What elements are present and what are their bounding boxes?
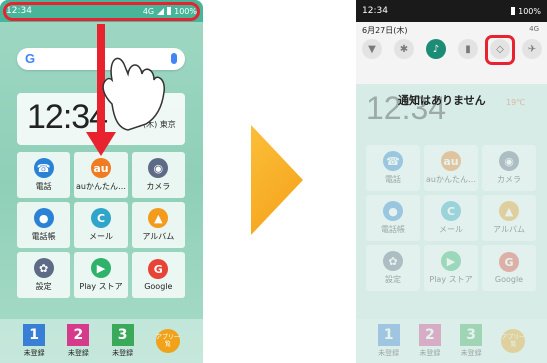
airplane-icon[interactable]: ✈ bbox=[522, 39, 542, 59]
shortcut-number: 3 bbox=[460, 324, 483, 346]
faded-app-tile[interactable]: C メール bbox=[424, 195, 478, 241]
app-label: 電話 bbox=[385, 175, 401, 184]
notification-shade-phone: 12:34 100% 6月27日(木) 4G ▼ ✱ ♪ ▮ ◇ ✈ 12:34 19℃ … bbox=[356, 0, 547, 363]
rotate-toggle-highlight bbox=[485, 35, 515, 65]
app-icon: au bbox=[441, 151, 461, 171]
app-label: Google bbox=[494, 275, 524, 284]
app-label: 設定 bbox=[385, 275, 401, 284]
faded-app-grid: ☎ 電話 au auかんたん… ◉ カメラ ● 電話帳 C メール ▲ アルバム ✿ 設定 ▶ Play スト… bbox=[366, 145, 536, 291]
hand-pointer-icon bbox=[102, 57, 165, 131]
faded-app-tile[interactable]: au auかんたん… bbox=[424, 145, 478, 191]
app-list-button[interactable]: アプリ一覧 bbox=[501, 329, 525, 353]
step-arrow-icon bbox=[251, 125, 303, 235]
app-icon: ▲ bbox=[499, 201, 519, 221]
dock-shortcut[interactable]: 2 未登録 bbox=[418, 324, 441, 358]
status-bar: 12:34 100% bbox=[356, 0, 547, 22]
app-label: 電話帳 bbox=[381, 225, 405, 234]
app-icon: ◉ bbox=[499, 151, 519, 171]
faded-app-tile[interactable]: G Google bbox=[482, 245, 536, 291]
status-time: 12:34 bbox=[362, 6, 388, 16]
bluetooth-icon[interactable]: ✱ bbox=[394, 39, 414, 59]
swipe-down-gesture bbox=[86, 24, 165, 156]
app-icon: ● bbox=[383, 201, 403, 221]
dock-shortcut[interactable]: 1 未登録 bbox=[377, 324, 400, 358]
app-icon: ☎ bbox=[383, 151, 403, 171]
faded-app-tile[interactable]: ◉ カメラ bbox=[482, 145, 536, 191]
faded-app-tile[interactable]: ▲ アルバム bbox=[482, 195, 536, 241]
faded-app-tile[interactable]: ● 電話帳 bbox=[366, 195, 420, 241]
app-label: メール bbox=[439, 225, 463, 234]
dimmed-home-screen: 12:34 19℃ ☎ 電話 au auかんたん… ◉ カメラ ● 電話帳 C メール ▲ アルバム ✿… bbox=[356, 84, 547, 363]
shortcut-number: 1 bbox=[377, 324, 400, 346]
shortcut-label: 未登録 bbox=[419, 349, 441, 357]
ringer-icon[interactable]: ♪ bbox=[426, 39, 446, 59]
shortcut-label: 未登録 bbox=[378, 349, 400, 357]
app-icon: ▶ bbox=[441, 251, 461, 271]
app-icon: C bbox=[441, 201, 461, 221]
faded-app-tile[interactable]: ☎ 電話 bbox=[366, 145, 420, 191]
battery-percent: 100% bbox=[518, 6, 541, 16]
swipe-arrow-head bbox=[86, 132, 116, 156]
quick-settings-panel: 6月27日(木) 4G ▼ ✱ ♪ ▮ ◇ ✈ bbox=[356, 22, 547, 84]
status-icons: 100% bbox=[511, 7, 541, 16]
app-label: Play ストア bbox=[429, 275, 473, 284]
quick-settings-row: ▼ ✱ ♪ ▮ ◇ ✈ bbox=[362, 39, 542, 59]
app-icon: ✿ bbox=[383, 251, 403, 271]
weather-temp: 19℃ bbox=[506, 98, 526, 107]
dock-shortcut[interactable]: 3 未登録 bbox=[460, 324, 483, 358]
shortcut-label: 未登録 bbox=[460, 349, 482, 357]
faded-dock: 1 未登録 2 未登録 3 未登録 アプリ一覧 bbox=[356, 319, 547, 363]
faded-app-tile[interactable]: ▶ Play ストア bbox=[424, 245, 478, 291]
faded-app-tile[interactable]: ✿ 設定 bbox=[366, 245, 420, 291]
shortcut-number: 2 bbox=[418, 324, 441, 346]
shade-date: 6月27日(木) bbox=[362, 26, 408, 35]
no-notifications-text: 通知はありません bbox=[398, 94, 486, 107]
app-label: auかんたん… bbox=[426, 175, 476, 184]
shade-status-icons: 4G bbox=[529, 25, 539, 33]
app-icon: G bbox=[499, 252, 519, 272]
wifi-icon[interactable]: ▼ bbox=[362, 39, 382, 59]
app-label: カメラ bbox=[497, 175, 521, 184]
swipe-arrow-shaft bbox=[97, 24, 105, 134]
battery-icon bbox=[511, 7, 516, 15]
tutorial-canvas: 12:34 4G 100% G 12:34 6/27(木) 東京 ☎ 電話 au au… bbox=[0, 0, 547, 363]
flashlight-icon[interactable]: ▮ bbox=[458, 39, 478, 59]
app-label: アルバム bbox=[493, 225, 525, 234]
